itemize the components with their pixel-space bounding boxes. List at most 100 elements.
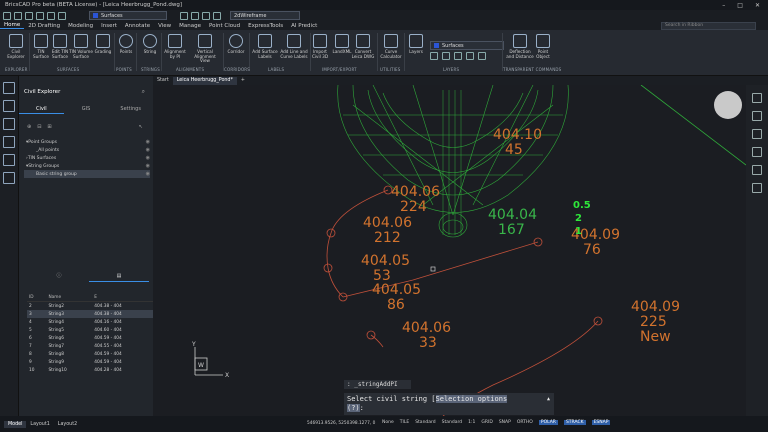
alignment-by-pi-button[interactable]: Alignment by PI xyxy=(162,34,188,59)
status-strack[interactable]: STRACK xyxy=(563,420,586,425)
table-row[interactable]: 4 String4 404.16 - 404 xyxy=(27,318,157,326)
tab-point-cloud[interactable]: Point Cloud xyxy=(205,23,244,29)
new-tab-icon[interactable]: + xyxy=(237,77,249,85)
table-row[interactable]: 5 String5 404.60 - 404 xyxy=(27,326,157,334)
tab-view[interactable]: View xyxy=(154,23,175,29)
layer-lock-icon[interactable] xyxy=(442,52,450,60)
tab-manage[interactable]: Manage xyxy=(175,23,205,29)
add-surface-labels-button[interactable]: Add Surface Labels xyxy=(250,34,280,59)
tab-drawing[interactable]: Leica Heerbrugg_Pond* xyxy=(172,76,237,85)
col-id[interactable]: ID xyxy=(27,294,47,302)
print-icon[interactable] xyxy=(58,11,66,20)
tab-info-icon[interactable]: ⓘ xyxy=(29,272,89,282)
status-scale[interactable]: 1:1 xyxy=(468,420,475,425)
color-icon[interactable] xyxy=(191,11,199,20)
tree-item-basic-string-group[interactable]: Basic string group ◉ xyxy=(24,170,150,178)
layer-icon[interactable] xyxy=(180,11,188,20)
filter-icon[interactable]: ⊞ xyxy=(47,124,51,130)
layer-previous-icon[interactable] xyxy=(478,52,486,60)
prompt-option-selection[interactable]: Selection options xyxy=(435,395,508,403)
tree-item-all-points[interactable]: _All points ◉ xyxy=(24,146,150,154)
manual-icon[interactable] xyxy=(3,172,15,184)
eye-icon[interactable]: ◉ xyxy=(146,139,150,145)
tree-item-point-groups[interactable]: ▾ Point Groups ◉ xyxy=(24,138,150,146)
tab-expresstools[interactable]: ExpressTools xyxy=(244,23,287,29)
prompt-help-option[interactable]: (?) xyxy=(347,404,360,412)
chevron-up-icon[interactable]: ▲ xyxy=(547,395,550,404)
view-cube-icon[interactable] xyxy=(714,91,742,119)
eye-icon[interactable]: ◉ xyxy=(146,163,150,169)
layer-freeze-icon[interactable] xyxy=(430,52,438,60)
add-icon[interactable]: ⊕ xyxy=(27,124,31,130)
table-row[interactable]: 3 String3 404.38 - 404 xyxy=(27,310,157,318)
tab-layout1[interactable]: Layout1 xyxy=(26,421,53,428)
tree-item-string-groups[interactable]: ▾ String Groups ◉ xyxy=(24,162,150,170)
curve-calculator-button[interactable]: Curve Calculator xyxy=(378,34,404,59)
table-row[interactable]: 8 String8 404.59 - 404 xyxy=(27,350,157,358)
lineweight-icon[interactable] xyxy=(213,11,221,20)
tab-start[interactable]: Start xyxy=(153,77,173,85)
col-e[interactable]: E xyxy=(92,294,157,302)
search-icon[interactable]: ⌕ xyxy=(142,88,145,96)
layer-off-icon[interactable] xyxy=(454,52,462,60)
table-row[interactable]: 7 String7 404.55 - 404 xyxy=(27,342,157,350)
status-dim-style[interactable]: Standard xyxy=(442,420,462,425)
status-polar[interactable]: POLAR xyxy=(538,420,558,425)
drawing-canvas[interactable]: 404.10 45 404.06 224 404.06 212 404.09 7… xyxy=(153,85,746,416)
nav-orbit-icon[interactable] xyxy=(752,165,762,175)
command-prompt[interactable]: Select civil string [Selection options]:… xyxy=(344,393,554,415)
point-object-button[interactable]: Point Object xyxy=(530,34,556,59)
table-row[interactable]: 10 String10 404.28 - 404 xyxy=(27,366,157,374)
nav-settings-icon[interactable] xyxy=(752,93,762,103)
status-text-style[interactable]: Standard xyxy=(415,420,435,425)
convert-leica-button[interactable]: Convert Leica DWG xyxy=(350,34,376,59)
status-none[interactable]: None xyxy=(382,420,394,425)
tab-model[interactable]: Model xyxy=(4,420,27,428)
collapse-icon[interactable]: ⊟ xyxy=(37,124,41,130)
ribbon-search-input[interactable]: Search in Ribbon xyxy=(661,21,756,30)
tab-2d-drafting[interactable]: 2D Drafting xyxy=(24,23,64,29)
layers-panel-icon[interactable] xyxy=(3,118,15,130)
undo-icon[interactable] xyxy=(36,11,44,20)
table-row[interactable]: 9 String9 404.59 - 404 xyxy=(27,358,157,366)
tree-item-tin-surfaces[interactable]: › TIN Surfaces ◉ xyxy=(24,154,150,162)
close-icon[interactable]: ✕ xyxy=(755,2,760,9)
tab-annotate[interactable]: Annotate xyxy=(121,23,154,29)
status-grid[interactable]: GRID xyxy=(481,420,492,425)
properties-icon[interactable] xyxy=(3,100,15,112)
explorer-icon[interactable] xyxy=(3,82,15,94)
table-row[interactable]: 6 String6 404.59 - 404 xyxy=(27,334,157,342)
save-icon[interactable] xyxy=(25,11,33,20)
tab-modeling[interactable]: Modeling xyxy=(64,23,97,29)
new-file-icon[interactable] xyxy=(3,11,11,20)
layer-match-icon[interactable] xyxy=(466,52,474,60)
table-row[interactable]: 2 String2 404.38 - 404 xyxy=(27,302,157,311)
nav-zoom-icon[interactable] xyxy=(752,147,762,157)
status-ortho[interactable]: ORTHO xyxy=(517,420,533,425)
tab-table-icon[interactable]: ▤ xyxy=(89,272,149,282)
layer-combo[interactable]: Surfaces xyxy=(89,11,167,20)
tab-home[interactable]: Home xyxy=(0,22,25,29)
add-line-curve-labels-button[interactable]: Add Line and Curve Labels xyxy=(278,34,310,59)
linetype-icon[interactable] xyxy=(202,11,210,20)
open-file-icon[interactable] xyxy=(14,11,22,20)
layers-button[interactable]: Layers xyxy=(403,34,429,55)
redo-icon[interactable] xyxy=(47,11,55,20)
civil-explorer-button[interactable]: Civil Explorer xyxy=(3,34,29,59)
status-esnap[interactable]: ESNAP xyxy=(591,420,611,425)
visual-style-combo[interactable]: 2dWireframe xyxy=(230,11,300,20)
status-snap[interactable]: SNAP xyxy=(499,420,511,425)
col-name[interactable]: Name xyxy=(46,294,93,302)
tab-layout2[interactable]: Layout2 xyxy=(54,421,81,428)
library-icon[interactable] xyxy=(3,154,15,166)
corridor-button[interactable]: Corridor xyxy=(223,34,249,55)
maximize-icon[interactable]: □ xyxy=(737,2,743,9)
nav-properties-icon[interactable] xyxy=(752,111,762,121)
nav-pan-icon[interactable] xyxy=(752,129,762,139)
tab-insert[interactable]: Insert xyxy=(97,23,121,29)
structure-icon[interactable] xyxy=(3,136,15,148)
eye-icon[interactable]: ◉ xyxy=(146,155,150,161)
nav-look-icon[interactable] xyxy=(752,183,762,193)
status-tile[interactable]: TILE xyxy=(400,420,409,425)
vertical-alignment-view-button[interactable]: Vertical Alignment View xyxy=(189,34,221,64)
